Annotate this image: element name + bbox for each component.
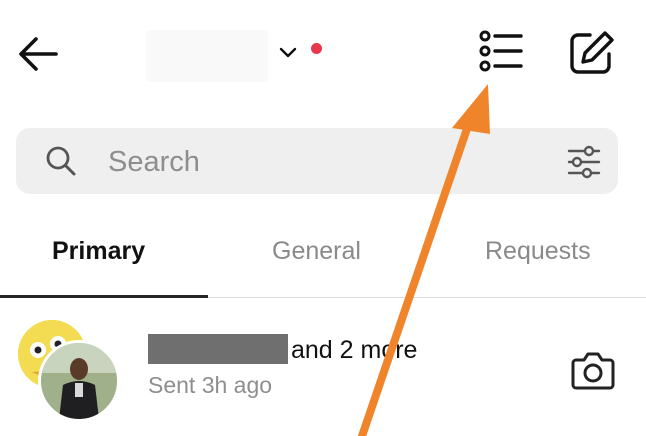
avatar — [38, 340, 120, 422]
search-bar[interactable] — [16, 128, 618, 194]
camera-icon[interactable] — [570, 348, 616, 392]
edit-icon[interactable] — [566, 28, 616, 76]
tab-primary[interactable]: Primary — [52, 237, 145, 266]
inbox-tabs: Primary General Requests — [0, 215, 646, 299]
list-icon[interactable] — [476, 28, 526, 74]
search-icon — [46, 146, 76, 176]
notification-dot — [311, 43, 322, 54]
tab-general[interactable]: General — [272, 237, 361, 266]
active-tab-indicator — [0, 295, 208, 298]
search-input[interactable] — [106, 141, 550, 183]
tab-requests[interactable]: Requests — [485, 237, 591, 266]
top-bar — [0, 0, 646, 105]
conversation-title: and 2 more — [291, 336, 418, 364]
sliders-icon[interactable] — [564, 142, 604, 182]
arrow-left-icon[interactable] — [14, 30, 62, 78]
chevron-down-icon[interactable] — [276, 40, 300, 64]
conversation-row[interactable]: and 2 more Sent 3h ago — [0, 306, 646, 436]
username-redacted[interactable] — [146, 30, 268, 82]
conversation-status: Sent 3h ago — [148, 372, 273, 398]
redacted-name — [148, 334, 288, 364]
